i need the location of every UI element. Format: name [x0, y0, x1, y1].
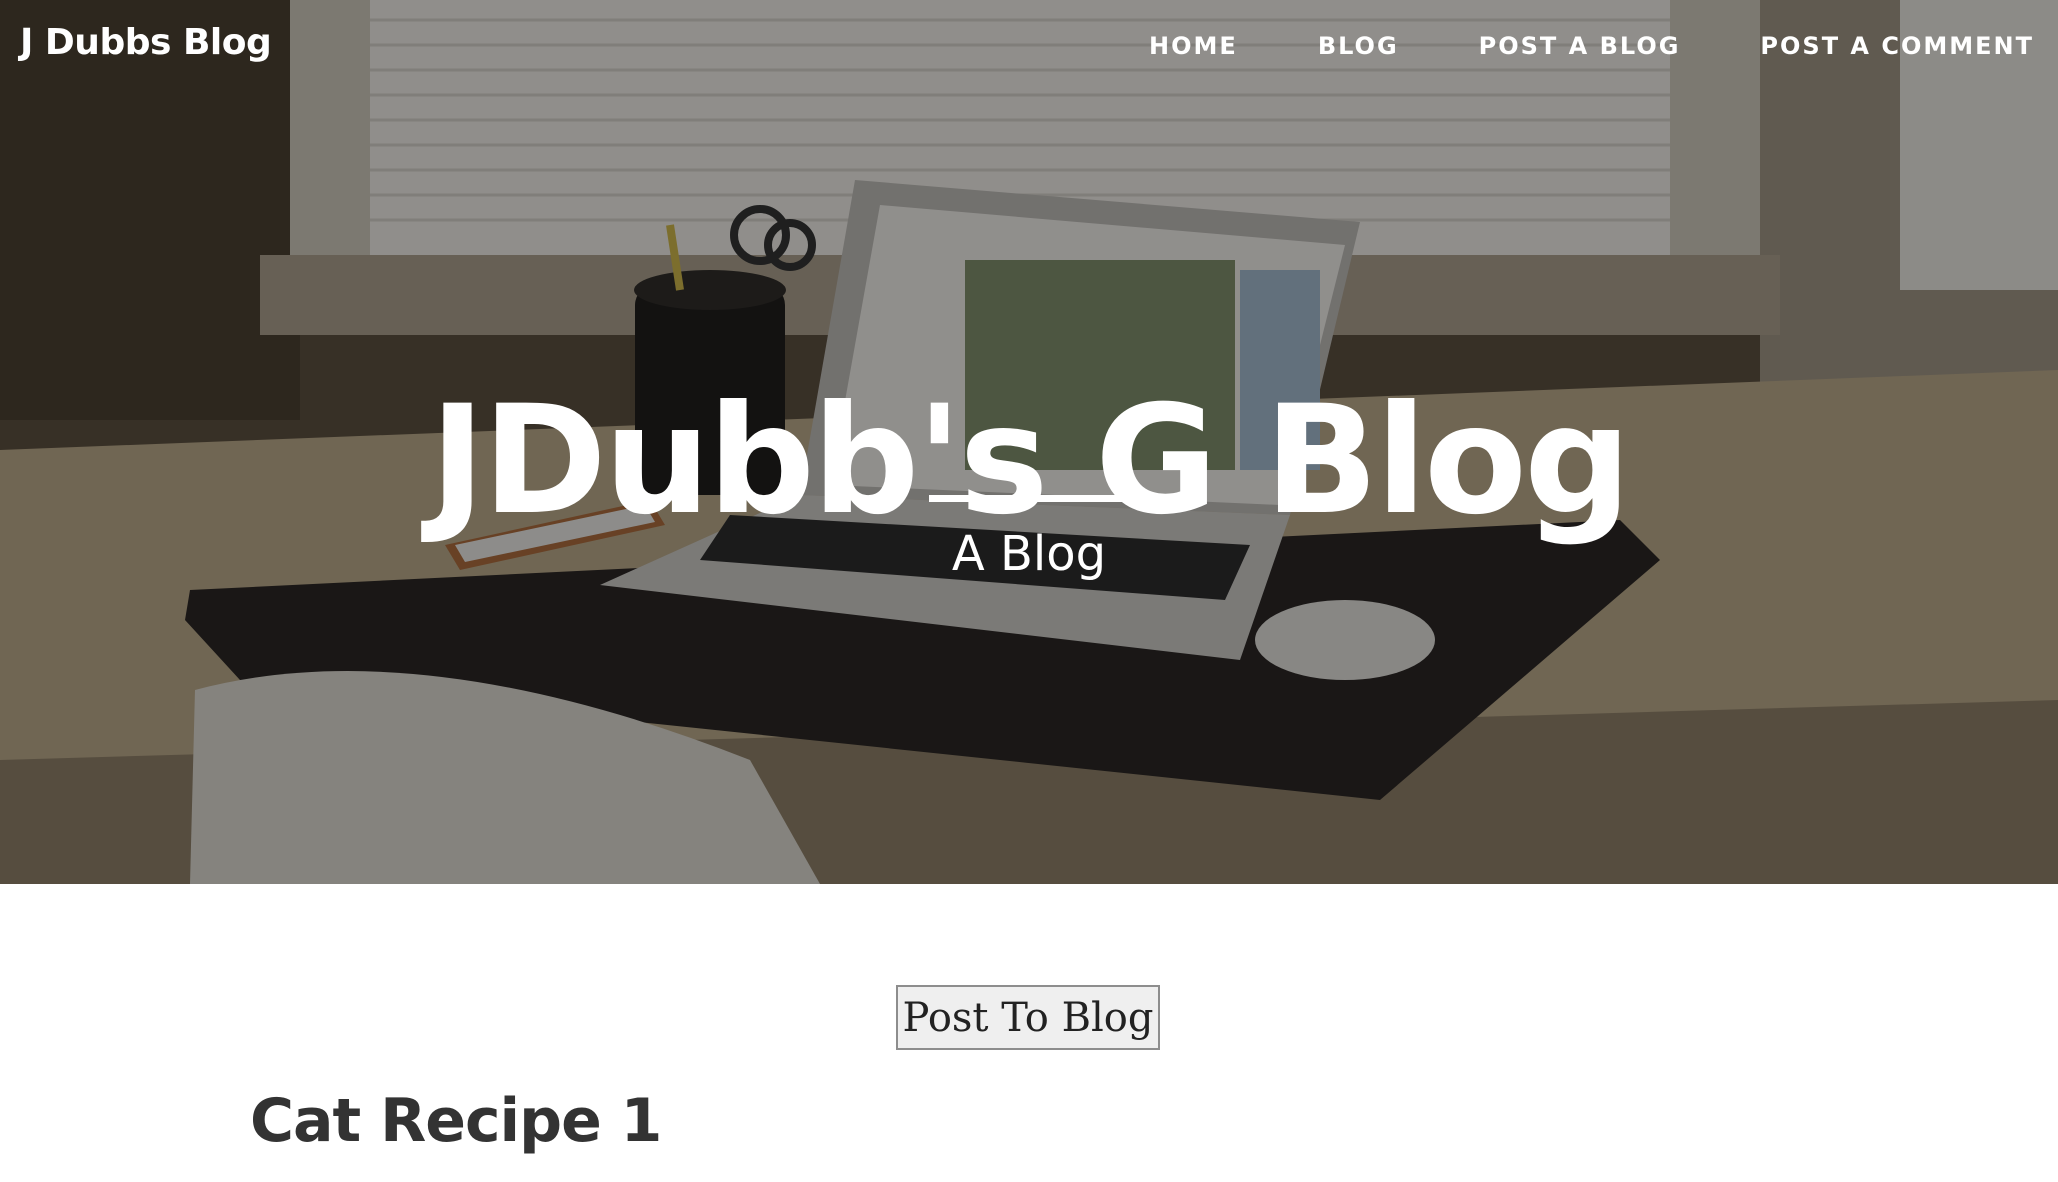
nav-link-blog[interactable]: BLOG: [1318, 32, 1399, 60]
hero-divider: [929, 495, 1129, 502]
post-to-blog-button[interactable]: Post To Blog: [896, 985, 1160, 1050]
hero-heading: JDubb's G Blog: [429, 373, 1632, 548]
post-title[interactable]: Cat Recipe 1: [250, 1088, 662, 1154]
hero-section: J Dubbs Blog HOME BLOG POST A BLOG POST …: [0, 0, 2058, 884]
nav-link-post-a-blog[interactable]: POST A BLOG: [1479, 32, 1681, 60]
nav-link-home[interactable]: HOME: [1149, 32, 1238, 60]
hero-subheading: A Blog: [951, 526, 1107, 582]
nav-link-post-a-comment[interactable]: POST A COMMENT: [1760, 32, 2034, 60]
brand-link[interactable]: J Dubbs Blog: [20, 22, 272, 63]
main-nav: HOME BLOG POST A BLOG POST A COMMENT: [1069, 32, 2034, 60]
